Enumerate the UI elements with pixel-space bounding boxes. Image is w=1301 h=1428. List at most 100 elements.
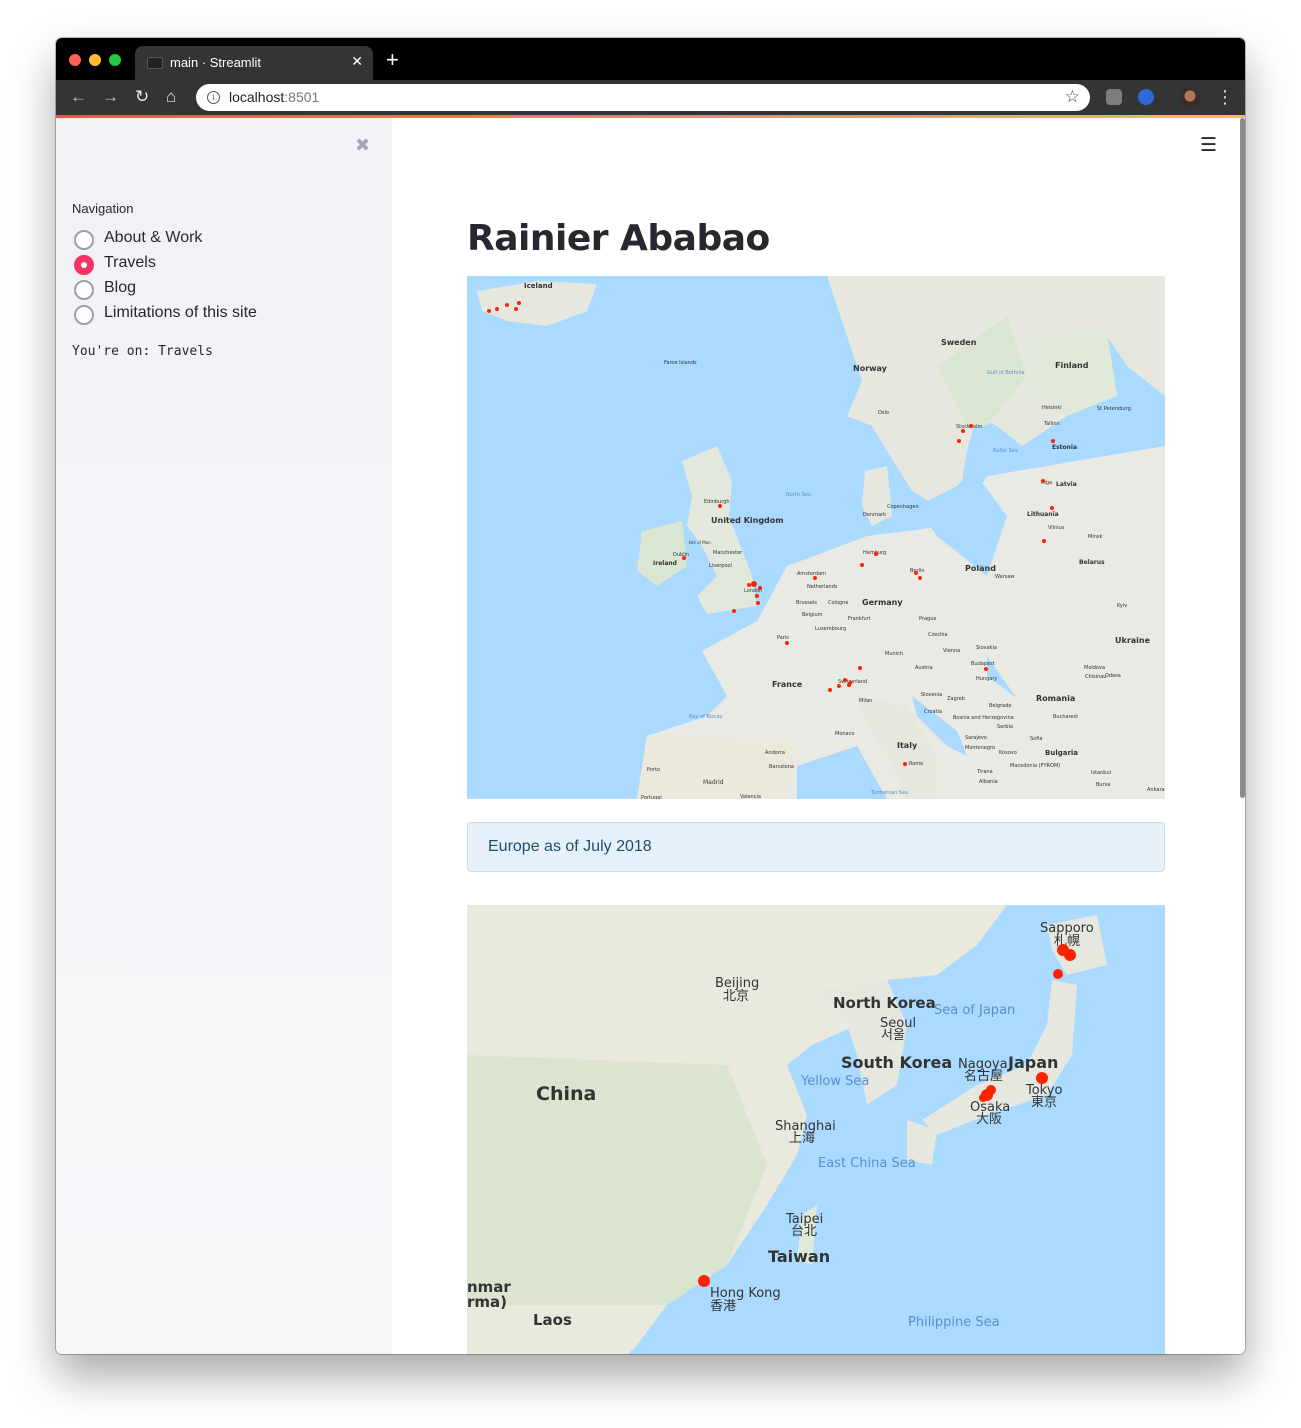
map-label: Dublin — [673, 552, 689, 558]
radio-circle[interactable] — [74, 305, 94, 325]
back-icon[interactable]: ← — [70, 87, 87, 107]
browser-menu-icon[interactable]: ⋮ — [1216, 87, 1234, 108]
travel-marker[interactable] — [903, 762, 907, 766]
map-label: Romania — [1036, 694, 1075, 703]
map-label: Norway — [853, 364, 888, 373]
map-label: Kyiv — [1117, 603, 1127, 609]
forward-icon[interactable]: → — [102, 87, 119, 107]
map-label: Minsk — [1088, 534, 1102, 540]
travel-marker[interactable] — [718, 504, 722, 508]
map-label: China — [536, 1083, 596, 1105]
radio-circle[interactable] — [74, 280, 94, 300]
travel-marker[interactable] — [751, 581, 757, 587]
maximize-window-button[interactable] — [109, 54, 121, 66]
travel-marker[interactable] — [758, 586, 762, 590]
minimize-window-button[interactable] — [89, 54, 101, 66]
bookmark-star-icon[interactable]: ☆ — [1065, 87, 1080, 107]
travel-marker[interactable] — [813, 576, 817, 580]
map-label: Valencia — [740, 794, 761, 799]
reload-icon[interactable]: ↻ — [135, 87, 149, 107]
radio-circle[interactable] — [74, 230, 94, 250]
map-label: Chisinau — [1085, 674, 1106, 680]
travel-marker[interactable] — [755, 594, 759, 598]
travel-marker[interactable] — [918, 576, 922, 580]
travel-marker[interactable] — [984, 667, 988, 671]
travel-marker[interactable] — [495, 307, 499, 311]
sidebar-close-icon[interactable]: ✖ — [355, 135, 370, 156]
map-label: South Korea — [841, 1053, 952, 1072]
page-scrollbar[interactable] — [1240, 118, 1245, 798]
travel-marker[interactable] — [961, 429, 965, 433]
map-label: Luxembourg — [815, 626, 846, 632]
travel-marker[interactable] — [1051, 439, 1055, 443]
travel-marker[interactable] — [1042, 539, 1046, 543]
map-label: Rome — [909, 761, 923, 767]
travel-marker[interactable] — [837, 684, 841, 688]
asia-travel-map[interactable]: Sapporo 札幌 Beijing 北京 North Korea Seoul 서울 Sea … — [467, 905, 1165, 1354]
profile-avatar[interactable] — [1180, 88, 1200, 108]
travel-marker[interactable] — [517, 301, 521, 305]
travel-marker[interactable] — [732, 609, 736, 613]
travel-marker[interactable] — [1053, 969, 1063, 979]
travel-marker[interactable] — [682, 556, 686, 560]
map-label: Ireland — [653, 560, 677, 567]
new-tab-button[interactable]: + — [386, 49, 399, 71]
travel-marker[interactable] — [514, 307, 518, 311]
map-label: Belgrade — [989, 703, 1011, 709]
close-window-button[interactable] — [69, 54, 81, 66]
travel-marker[interactable] — [848, 681, 852, 685]
browser-toolbar: ← → ↻ ⌂ i localhost:8501 ☆ ⋮ — [56, 80, 1245, 115]
tab-close-icon[interactable]: ✕ — [351, 53, 363, 70]
map-label: North Sea — [786, 492, 811, 498]
travel-marker[interactable] — [874, 552, 878, 556]
map-label: Macedonia (FYROM) — [1010, 763, 1060, 769]
ublock-extension-icon[interactable] — [1106, 89, 1122, 105]
travel-marker[interactable] — [487, 309, 491, 313]
map-label: Portugal — [641, 795, 662, 799]
site-info-icon[interactable]: i — [207, 91, 220, 104]
address-bar[interactable]: i localhost:8501 ☆ — [196, 84, 1090, 111]
travel-marker[interactable] — [860, 563, 864, 567]
home-icon[interactable]: ⌂ — [166, 87, 176, 107]
travel-marker[interactable] — [858, 666, 862, 670]
travel-marker[interactable] — [986, 1085, 996, 1095]
travel-marker[interactable] — [756, 601, 760, 605]
travel-marker[interactable] — [1036, 1072, 1048, 1084]
extension-icon[interactable] — [1138, 89, 1154, 105]
travel-marker[interactable] — [843, 678, 847, 682]
map-label: Edinburgh — [704, 499, 730, 505]
travel-marker[interactable] — [957, 439, 961, 443]
map-label: United Kingdom — [711, 516, 784, 525]
europe-map-svg: Iceland Faroe Islands Norway Sweden Finland O… — [467, 276, 1165, 799]
travel-marker[interactable] — [979, 1094, 987, 1102]
map-label: Belarus — [1079, 559, 1105, 566]
travel-marker[interactable] — [828, 688, 832, 692]
europe-travel-map[interactable]: Iceland Faroe Islands Norway Sweden Finland O… — [467, 276, 1165, 799]
travel-marker[interactable] — [505, 303, 509, 307]
map-label: Philippine Sea — [908, 1315, 1000, 1330]
radio-circle-selected[interactable] — [74, 255, 94, 275]
travel-marker[interactable] — [914, 571, 918, 575]
map-label: Kosovo — [999, 750, 1017, 756]
map-label: Monaco — [835, 731, 854, 737]
travel-marker[interactable] — [969, 424, 973, 428]
travel-marker[interactable] — [785, 641, 789, 645]
browser-tab[interactable]: main · Streamlit ✕ — [135, 46, 373, 80]
travel-marker[interactable] — [698, 1275, 710, 1287]
map-caption-box: Europe as of July 2018 — [467, 822, 1165, 872]
travel-marker[interactable] — [1050, 506, 1054, 510]
travel-marker[interactable] — [1041, 479, 1045, 483]
map-label: Hungary — [976, 676, 997, 682]
map-label: Barcelona — [769, 764, 794, 770]
map-label: Faroe Islands — [664, 360, 697, 366]
main-content: ☰ Rainier Ababao Iceland Faroe Islands N… — [392, 118, 1245, 1354]
hamburger-menu-icon[interactable]: ☰ — [1200, 134, 1217, 157]
travel-marker[interactable] — [1064, 949, 1076, 961]
map-label: Paris — [777, 635, 789, 641]
travel-marker[interactable] — [747, 583, 751, 587]
map-label: Serbia — [997, 724, 1013, 730]
radio-label: About & Work — [104, 229, 203, 246]
map-label: Prague — [919, 616, 936, 622]
map-label: Montenegro — [965, 745, 995, 751]
radio-label: Limitations of this site — [104, 304, 257, 321]
